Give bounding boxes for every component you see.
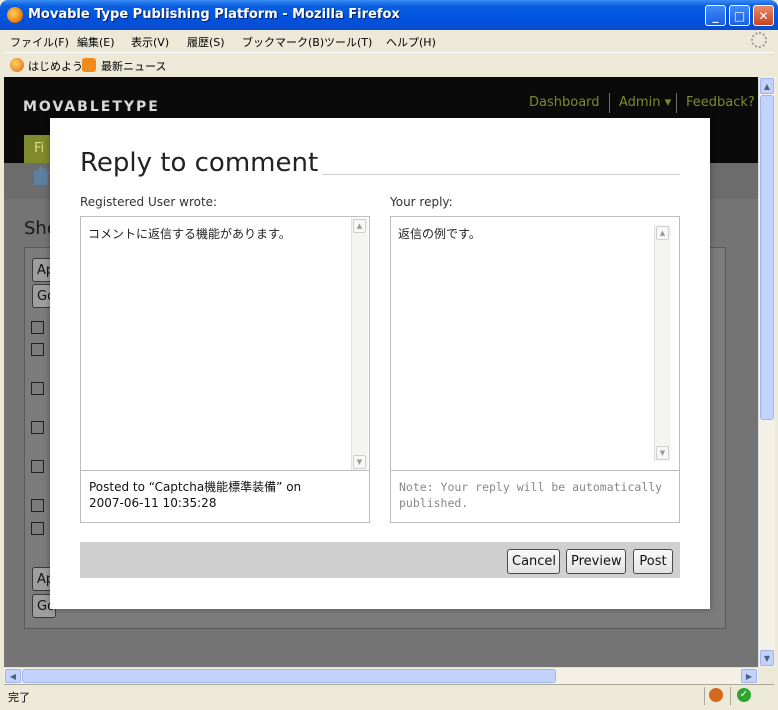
nav-admin[interactable]: Admin ▾ (619, 95, 671, 110)
reply-scrollbar[interactable]: ▲ ▼ (654, 225, 671, 461)
reply-box[interactable]: 返信の例です。 ▲ ▼ Note: Your reply will be aut… (390, 216, 680, 523)
throbber-icon (751, 32, 767, 48)
scroll-right-arrow-icon[interactable]: ▶ (741, 669, 757, 683)
menu-tools[interactable]: ツール(T) (324, 34, 372, 50)
menu-bookmarks[interactable]: ブックマーク(B) (242, 34, 324, 50)
nav-feedback[interactable]: Feedback? (686, 95, 755, 110)
bg-checkbox[interactable] (31, 382, 44, 395)
menu-view[interactable]: 表示(V) (131, 34, 169, 50)
scroll-up-arrow-icon[interactable]: ▲ (760, 78, 774, 94)
bg-checkbox[interactable] (31, 460, 44, 473)
nav-dashboard[interactable]: Dashboard (529, 95, 600, 110)
cancel-button[interactable]: Cancel (507, 549, 560, 574)
reply-footer: Note: Your reply will be automatically p… (391, 470, 679, 523)
comment-text: コメントに返信する機能があります。 (88, 227, 291, 241)
reply-textarea[interactable]: 返信の例です。 (398, 225, 481, 242)
bookmarks-toolbar: はじめよう 最新ニュース (4, 52, 774, 78)
window-title: Movable Type Publishing Platform - Mozil… (28, 7, 400, 22)
menu-bar: ファイル(F) 編集(E) 表示(V) 履歴(S) ブックマーク(B) ツール(… (4, 30, 774, 52)
status-bar: 完了 ✓ (4, 684, 774, 707)
post-button[interactable]: Post (633, 549, 673, 574)
menu-edit[interactable]: 編集(E) (77, 34, 115, 50)
menu-help[interactable]: ヘルプ(H) (386, 34, 436, 50)
home-icon[interactable] (31, 166, 51, 185)
scroll-down-arrow-icon[interactable]: ▼ (656, 446, 669, 460)
rss-icon (82, 58, 96, 72)
bg-checkbox[interactable] (31, 421, 44, 434)
mt-logo: MOVABLETYPE (23, 99, 160, 115)
dialog-title: Reply to comment (80, 148, 323, 178)
scroll-up-arrow-icon[interactable]: ▲ (656, 226, 669, 240)
bg-checkbox[interactable] (31, 522, 44, 535)
nav-separator (676, 93, 677, 113)
close-button[interactable]: ✕ (753, 5, 774, 26)
scroll-left-arrow-icon[interactable]: ◀ (5, 669, 21, 683)
vertical-scrollbar[interactable]: ▲ ▼ (758, 77, 775, 667)
menu-history[interactable]: 履歴(S) (187, 34, 225, 50)
scroll-thumb[interactable] (760, 95, 774, 420)
status-text: 完了 (8, 691, 30, 704)
status-cell (704, 687, 727, 705)
comment-author-label: Registered User wrote: (80, 195, 218, 209)
scroll-down-arrow-icon[interactable]: ▼ (760, 650, 774, 666)
reply-dialog: Reply to comment Registered User wrote: … (50, 118, 710, 609)
reply-label: Your reply: (390, 195, 453, 209)
window-titlebar: Movable Type Publishing Platform - Mozil… (0, 0, 778, 30)
status-cell: ✓ (730, 687, 753, 705)
minimize-button[interactable]: _ (705, 5, 726, 26)
bg-checkbox[interactable] (31, 321, 44, 334)
scroll-thumb[interactable] (22, 669, 556, 683)
scroll-down-arrow-icon[interactable]: ▼ (353, 455, 366, 469)
check-icon[interactable]: ✓ (737, 688, 751, 702)
posted-entry: Posted to “Captcha機能標準装備” on (89, 480, 302, 494)
monkey-icon[interactable] (709, 688, 723, 702)
comment-footer: Posted to “Captcha機能標準装備” on 2007-06-11 … (81, 470, 369, 523)
nav-separator (609, 93, 610, 113)
bookmark-getting-started[interactable]: はじめよう (28, 58, 83, 74)
preview-button[interactable]: Preview (566, 549, 626, 574)
firefox-bookmark-icon (10, 58, 24, 72)
firefox-icon (7, 7, 23, 23)
horizontal-scrollbar[interactable]: ◀ ▶ (4, 667, 758, 685)
comment-scrollbar[interactable]: ▲ ▼ (351, 218, 368, 470)
reply-note: Note: Your reply will be automatically p… (399, 480, 663, 510)
posted-info: Posted to “Captcha機能標準装備” on 2007-06-11 … (89, 479, 359, 511)
menu-file[interactable]: ファイル(F) (10, 34, 69, 50)
bg-checkbox[interactable] (31, 499, 44, 512)
scroll-up-arrow-icon[interactable]: ▲ (353, 219, 366, 233)
bg-checkbox[interactable] (31, 343, 44, 356)
bookmark-latest-news[interactable]: 最新ニュース (101, 58, 166, 74)
maximize-button[interactable]: □ (729, 5, 750, 26)
posted-date: 2007-06-11 10:35:28 (89, 496, 217, 510)
dialog-button-bar: Cancel Preview Post (80, 542, 680, 578)
comment-box: コメントに返信する機能があります。 ▲ ▼ Posted to “Captcha… (80, 216, 370, 523)
